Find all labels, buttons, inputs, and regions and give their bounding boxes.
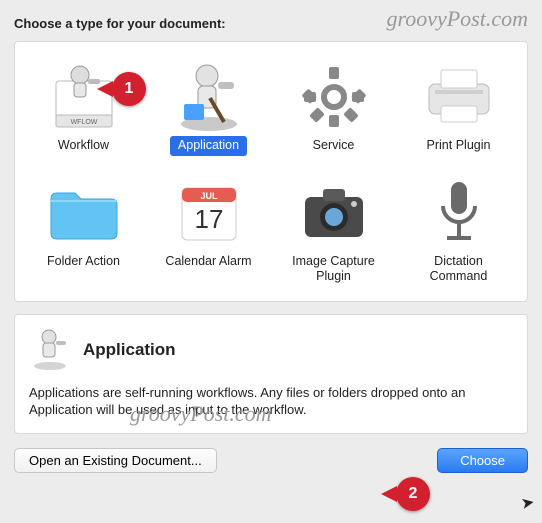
type-dictation-command[interactable]: Dictation Command [400, 170, 518, 291]
description-body: Applications are self-running workflows.… [29, 384, 513, 419]
type-label: Image Capture Plugin [275, 252, 393, 287]
svg-text:WFLOW: WFLOW [70, 119, 97, 126]
cursor-icon: ➤ [519, 492, 536, 514]
choose-button[interactable]: Choose [437, 448, 528, 473]
application-icon [150, 58, 268, 136]
calendar-icon: JUL 17 [150, 174, 268, 252]
folder-action-icon [25, 174, 143, 252]
type-label: Workflow [50, 136, 117, 156]
document-type-grid: WFLOW Workflow Applicatio [14, 41, 528, 302]
type-print-plugin[interactable]: Print Plugin [400, 54, 518, 160]
type-label: Dictation Command [400, 252, 518, 287]
type-label: Folder Action [39, 252, 128, 272]
type-service[interactable]: Service [275, 54, 393, 160]
dictation-icon [400, 174, 518, 252]
image-capture-icon [275, 174, 393, 252]
type-label: Service [305, 136, 363, 156]
print-plugin-icon [400, 58, 518, 136]
type-label: Print Plugin [419, 136, 499, 156]
description-panel: Application Applications are self-runnin… [14, 314, 528, 434]
dialog-footer: Open an Existing Document... Choose [14, 448, 528, 474]
svg-text:17: 17 [194, 204, 223, 234]
type-workflow[interactable]: WFLOW Workflow [25, 54, 143, 160]
open-existing-button[interactable]: Open an Existing Document... [14, 448, 217, 473]
type-label: Application [170, 136, 247, 156]
type-image-capture-plugin[interactable]: Image Capture Plugin [275, 170, 393, 291]
type-calendar-alarm[interactable]: JUL 17 Calendar Alarm [150, 170, 268, 291]
type-label: Calendar Alarm [157, 252, 259, 272]
service-icon [275, 58, 393, 136]
type-application[interactable]: Application [150, 54, 268, 160]
type-folder-action[interactable]: Folder Action [25, 170, 143, 291]
description-title: Application [83, 340, 176, 360]
dialog-heading: Choose a type for your document: [14, 16, 528, 31]
workflow-icon: WFLOW [25, 58, 143, 136]
svg-text:JUL: JUL [200, 191, 218, 201]
application-icon-small [29, 327, 71, 374]
automator-new-document-dialog: Choose a type for your document: WFLOW W… [0, 0, 542, 488]
